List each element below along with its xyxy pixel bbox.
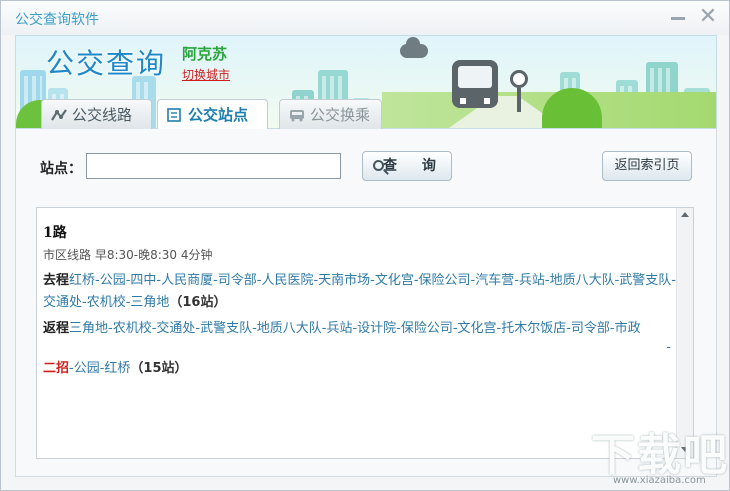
- stop-list-icon: [167, 108, 181, 122]
- stop-label: 站点：: [40, 161, 82, 177]
- scroll-up-arrow-icon[interactable]: [681, 212, 689, 217]
- branch-stop-count: （15站）: [130, 361, 188, 376]
- tab-bus-stops[interactable]: 公交站点: [157, 99, 268, 130]
- switch-city-link[interactable]: 切换城市: [182, 66, 230, 83]
- tab-bus-transfer[interactable]: 公交换乘: [279, 99, 382, 129]
- watermark-url: www.xiazaiba.com: [613, 475, 706, 486]
- current-city: 阿克苏: [182, 45, 228, 63]
- title-bar[interactable]: 公交查询软件 ✕: [1, 1, 729, 35]
- route-meta: 市区线路 早8:30-晚8:30 4分钟: [43, 248, 213, 262]
- search-icon: [373, 160, 384, 171]
- outbound-stop-count: （16站）: [169, 295, 227, 310]
- branch-stops[interactable]: -公园-红桥: [69, 361, 130, 376]
- tab-bar: 公交线路 公交站点 公交换乘: [15, 99, 717, 130]
- bus-transfer-icon: [290, 110, 304, 122]
- stop-search-input[interactable]: [86, 153, 341, 179]
- return-route: 返程三角地-农机校-交通处-武警支队-地质八大队-兵站-设计院-保险公司-文化宫…: [43, 318, 679, 340]
- minimize-button[interactable]: [669, 7, 687, 27]
- return-wrap: -: [666, 340, 671, 355]
- outbound-route: 去程红桥-公园-四中-人民商厦-司令部-人民医院-天南市场-文化宫-保险公司-汽…: [43, 270, 679, 314]
- branch-route: 二招-公园-红桥（15站）: [43, 358, 679, 380]
- back-to-index-button[interactable]: 返回索引页: [602, 151, 692, 181]
- search-button[interactable]: 查 询: [362, 151, 452, 181]
- close-button[interactable]: ✕: [697, 5, 719, 29]
- tab-bus-routes[interactable]: 公交线路: [41, 99, 152, 129]
- route-name[interactable]: 1路: [43, 222, 67, 242]
- watermark-logo: 下载吧: [591, 430, 729, 481]
- search-button-label: 查 询: [383, 158, 446, 174]
- return-stops[interactable]: 三角地-农机校-交通处-武警支队-地质八大队-兵站-设计院-保险公司-文化宫-托…: [69, 321, 641, 336]
- tab-label: 公交站点: [188, 106, 249, 124]
- return-label: 返程: [43, 321, 70, 336]
- outbound-stops[interactable]: 红桥-公园-四中-人民商厦-司令部-人民医院-天南市场-文化宫-保险公司-汽车营…: [43, 273, 676, 310]
- tab-label: 公交换乘: [310, 106, 371, 124]
- route-icon: [51, 109, 67, 121]
- close-icon: ✕: [698, 4, 718, 29]
- window-title: 公交查询软件: [15, 12, 99, 28]
- app-logo-title: 公交查询: [46, 48, 167, 79]
- bus-stop-icon: [510, 70, 528, 88]
- cloud-icon: [400, 37, 428, 58]
- branch-label[interactable]: 二招: [43, 361, 69, 376]
- tab-label: 公交线路: [72, 106, 133, 124]
- app-window: 公交查询软件 ✕ 公交查询 阿克苏 切换城市 公交线路 公交站点 公交换乘 站点…: [0, 0, 730, 491]
- outbound-label: 去程: [43, 273, 70, 288]
